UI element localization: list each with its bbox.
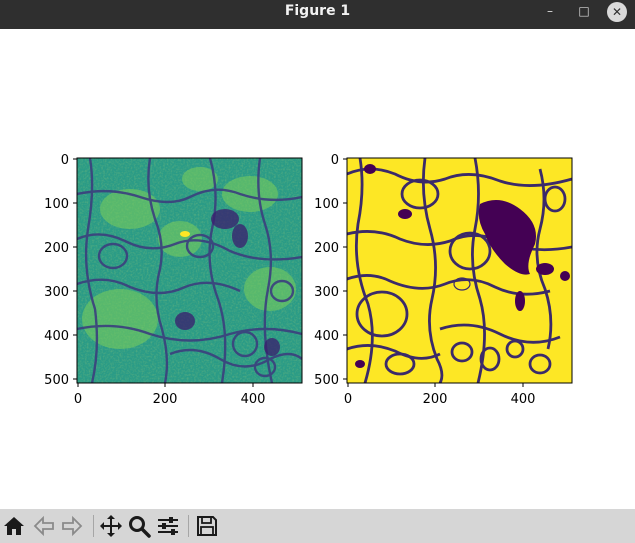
segmentation-mask-x-axis bbox=[347, 383, 524, 387]
raw-image-y-tick-0: 0 bbox=[61, 153, 69, 168]
forward-button[interactable] bbox=[60, 514, 84, 538]
pan-button[interactable] bbox=[99, 514, 123, 538]
raw-image-x-tick-200: 200 bbox=[153, 392, 178, 407]
floppy-disk-icon bbox=[197, 516, 217, 536]
maximize-button[interactable]: □ bbox=[575, 3, 593, 21]
magnifier-icon bbox=[129, 516, 151, 538]
figure-svg: 0 100 200 300 400 500 0 200 400 0 100 20… bbox=[44, 153, 573, 407]
raw-image bbox=[77, 158, 302, 383]
segmentation-mask-y-tick-400: 400 bbox=[314, 329, 339, 344]
configure-subplots-button[interactable] bbox=[156, 514, 180, 538]
raw-image-y-tick-400: 400 bbox=[44, 329, 69, 344]
raw-image-x-tick-400: 400 bbox=[241, 392, 266, 407]
raw-image-y-axis bbox=[73, 158, 77, 380]
sliders-icon bbox=[158, 517, 178, 535]
segmentation-mask-x-tick-200: 200 bbox=[423, 392, 448, 407]
raw-image-y-tick-300: 300 bbox=[44, 285, 69, 300]
segmentation-mask bbox=[347, 158, 572, 383]
figure-canvas[interactable]: 0 100 200 300 400 500 0 200 400 0 100 20… bbox=[0, 29, 635, 509]
close-button[interactable]: ✕ bbox=[607, 2, 627, 22]
arrow-right-icon bbox=[62, 515, 83, 537]
raw-image-y-tick-200: 200 bbox=[44, 241, 69, 256]
toolbar-separator bbox=[188, 515, 189, 537]
raw-image-x-tick-0: 0 bbox=[74, 392, 82, 407]
raw-image-x-axis bbox=[77, 383, 254, 387]
raw-image-y-tick-100: 100 bbox=[44, 197, 69, 212]
segmentation-mask-x-tick-0: 0 bbox=[344, 392, 352, 407]
move-icon bbox=[100, 515, 122, 537]
save-button[interactable] bbox=[195, 514, 219, 538]
zoom-button[interactable] bbox=[127, 514, 151, 538]
arrow-left-icon bbox=[33, 515, 54, 537]
segmentation-mask-y-tick-200: 200 bbox=[314, 241, 339, 256]
navigation-toolbar bbox=[0, 509, 635, 543]
window-titlebar: Figure 1 – □ ✕ bbox=[0, 0, 635, 29]
segmentation-mask-y-tick-500: 500 bbox=[314, 373, 339, 388]
segmentation-mask-y-tick-100: 100 bbox=[314, 197, 339, 212]
home-button[interactable] bbox=[2, 514, 26, 538]
window-title: Figure 1 bbox=[284, 3, 351, 19]
home-icon bbox=[4, 517, 24, 535]
minimize-button[interactable]: – bbox=[541, 3, 559, 21]
segmentation-mask-y-tick-300: 300 bbox=[314, 285, 339, 300]
toolbar-separator bbox=[93, 515, 94, 537]
segmentation-mask-x-tick-400: 400 bbox=[511, 392, 536, 407]
raw-image-y-tick-500: 500 bbox=[44, 373, 69, 388]
segmentation-mask-y-axis bbox=[343, 158, 347, 380]
back-button[interactable] bbox=[32, 514, 56, 538]
segmentation-mask-y-tick-0: 0 bbox=[331, 153, 339, 168]
